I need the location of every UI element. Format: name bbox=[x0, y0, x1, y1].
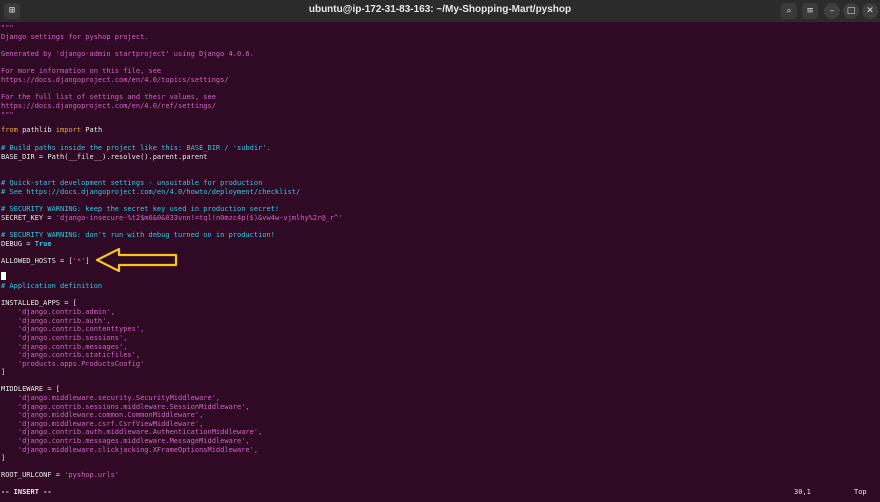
search-icon[interactable]: ⌕ bbox=[781, 3, 797, 19]
boolean-value: True bbox=[34, 240, 52, 248]
code-line: https://docs.djangoproject.com/en/4.0/to… bbox=[1, 76, 229, 84]
comment-line: # Build paths inside the project like th… bbox=[1, 144, 271, 152]
code-line: https://docs.djangoproject.com/en/4.0/re… bbox=[1, 102, 216, 110]
list-item: 'django.contrib.contenttypes', bbox=[1, 325, 145, 333]
variable-name: SECRET_KEY = bbox=[1, 214, 56, 222]
list-item: 'django.contrib.sessions', bbox=[1, 334, 128, 342]
title-bar: ⊞ ubuntu@ip-172-31-83-163: ~/My-Shopping… bbox=[0, 0, 880, 22]
code-line: Django settings for pyshop project. bbox=[1, 33, 149, 41]
import-name: Path bbox=[81, 126, 103, 134]
comment-line: # Application definition bbox=[1, 282, 103, 290]
module-name: pathlib bbox=[17, 126, 56, 134]
list-item: 'django.middleware.clickjacking.XFrameOp… bbox=[1, 446, 259, 454]
keyword: import bbox=[55, 126, 82, 134]
window-title: ubuntu@ip-172-31-83-163: ~/My-Shopping-M… bbox=[308, 4, 572, 15]
list-item: 'django.middleware.security.SecurityMidd… bbox=[1, 394, 221, 402]
comment-line: # See https://docs.djangoproject.com/en/… bbox=[1, 188, 301, 196]
code-line: INSTALLED_APPS = [ bbox=[1, 299, 77, 307]
maximize-button[interactable]: □ bbox=[843, 3, 859, 19]
variable-name: ALLOWED_HOSTS = [ bbox=[1, 257, 73, 265]
comment-line: # Quick-start development settings - uns… bbox=[1, 179, 263, 187]
list-item: 'django.contrib.admin', bbox=[1, 308, 115, 316]
hamburger-menu-icon[interactable]: ≡ bbox=[802, 3, 818, 19]
list-item: 'django.contrib.staticfiles', bbox=[1, 351, 141, 359]
debug-line: DEBUG = True bbox=[1, 240, 52, 249]
minimize-button[interactable]: – bbox=[824, 3, 840, 19]
text-cursor bbox=[1, 272, 6, 280]
code-line: BASE_DIR = Path(__file__).resolve().pare… bbox=[1, 153, 208, 161]
code-line: ] bbox=[1, 454, 6, 462]
scroll-position: Top bbox=[854, 488, 867, 496]
string-value: '*' bbox=[72, 257, 86, 265]
annotation-arrow-icon bbox=[95, 247, 178, 273]
list-item: 'django.middleware.common.CommonMiddlewa… bbox=[1, 411, 204, 419]
code-line: MIDDLEWARE = [ bbox=[1, 385, 61, 393]
code-line: For the full list of settings and their … bbox=[1, 93, 216, 101]
allowed-hosts-line: ALLOWED_HOSTS = ['*'] bbox=[1, 257, 90, 266]
cursor-position: 30,1 bbox=[794, 488, 811, 496]
string-value: 'django-insecure-%t2$m6&0&033vnn!=tql!n0… bbox=[55, 214, 343, 222]
vim-status-line: -- INSERT -- 30,1 Top bbox=[0, 480, 880, 502]
keyword: from bbox=[1, 126, 18, 134]
code-line: """ bbox=[1, 24, 14, 32]
variable-name: ROOT_URLCONF = bbox=[1, 471, 65, 479]
variable-name: DEBUG = bbox=[1, 240, 35, 248]
code-line: """ bbox=[1, 111, 14, 119]
list-item: 'django.contrib.auth.middleware.Authenti… bbox=[1, 428, 263, 436]
code-line: Generated by 'django-admin startproject'… bbox=[1, 50, 254, 58]
import-line: from pathlib import Path bbox=[1, 126, 102, 135]
string-value: 'pyshop.urls' bbox=[64, 471, 120, 479]
comment-line: # SECURITY WARNING: keep the secret key … bbox=[1, 205, 280, 213]
list-item: 'products.apps.ProductsConfig' bbox=[1, 360, 145, 368]
root-urlconf-line: ROOT_URLCONF = 'pyshop.urls' bbox=[1, 471, 119, 480]
comment-line: # SECURITY WARNING: don't run with debug… bbox=[1, 231, 275, 239]
code-line: For more information on this file, see bbox=[1, 67, 162, 75]
close-button[interactable]: ✕ bbox=[862, 3, 878, 19]
code-line: ] bbox=[1, 368, 6, 376]
insert-mode-indicator: -- INSERT -- bbox=[1, 488, 52, 496]
list-item: 'django.contrib.messages.middleware.Mess… bbox=[1, 437, 250, 445]
secret-key-line: SECRET_KEY = 'django-insecure-%t2$m6&0&0… bbox=[1, 214, 342, 223]
bracket: ] bbox=[85, 257, 90, 265]
